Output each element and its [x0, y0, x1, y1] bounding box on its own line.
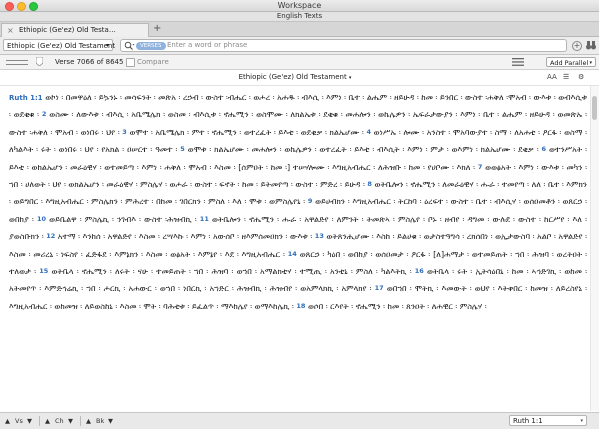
verse-number[interactable]: 7 — [478, 163, 483, 171]
search-placeholder: Enter a word or phrase — [167, 41, 248, 49]
chevron-down-icon: ▾ — [348, 75, 352, 81]
book-nav-label: Bk — [96, 417, 105, 425]
search-bar: Ethiopic (Ge'ez) Old Testament ▾ VERSES … — [0, 37, 599, 55]
verse-nav-icon[interactable]: ▲ — [5, 413, 10, 429]
verse-number[interactable]: 4 — [366, 128, 371, 136]
bookmarks-icon[interactable]: ☰ — [563, 73, 569, 82]
scrollbar[interactable] — [590, 86, 599, 411]
status-bar: ▲ Vs ▼ ▲ Ch ▼ ▲ Bk ▼ Ruth 1:1 ▾ — [0, 412, 599, 429]
chapter-nav-label: Ch — [55, 417, 64, 425]
verse-number[interactable]: 5 — [180, 145, 185, 153]
verse-number[interactable]: 9 — [308, 197, 313, 205]
verse-number[interactable]: 18 — [296, 302, 305, 310]
list-view-icon[interactable] — [512, 58, 524, 66]
verse-number[interactable]: 16 — [415, 267, 424, 275]
verse-reference[interactable]: Ruth 1:1 — [9, 94, 43, 102]
verse-number[interactable]: 14 — [288, 250, 297, 258]
window-title: Workspace — [277, 1, 322, 10]
reference-input[interactable]: Ruth 1:1 ▾ — [509, 415, 587, 426]
chevron-down-icon: ▾ — [105, 42, 109, 49]
status-divider — [80, 416, 81, 426]
verse-number[interactable]: 17 — [375, 284, 384, 292]
status-divider — [39, 416, 40, 426]
verse-position: Verse 7066 of 8645 — [55, 58, 124, 66]
document-title-menu[interactable]: Ethiopic (Ge'ez) Old Testament ▾ — [0, 70, 590, 86]
scrollbar-thumb[interactable] — [592, 96, 597, 120]
resource-selector[interactable]: Ethiopic (Ge'ez) Old Testament ▾ — [3, 39, 116, 51]
compare-checkbox[interactable] — [126, 58, 135, 67]
search-scope-pill[interactable]: VERSES — [136, 41, 166, 50]
verse-number[interactable]: 12 — [46, 232, 55, 240]
font-size-icon[interactable]: AA — [547, 73, 557, 82]
verse-number[interactable]: 3 — [122, 128, 127, 136]
book-down-icon[interactable]: ▼ — [108, 413, 113, 429]
verse-text: ወይቤልዋ ፡ ምስሌኪ ፡ ንገብእ ፡ ውስተ ፡ሕዝብኪ ፡ — [49, 214, 200, 224]
compare-label: Compare — [137, 58, 169, 66]
add-search-button[interactable]: + — [572, 41, 582, 51]
sidebar-toggle-icon[interactable] — [6, 60, 28, 65]
verse-number[interactable]: 6 — [542, 145, 547, 153]
resource-selector-label: Ethiopic (Ge'ez) Old Testament — [7, 42, 116, 50]
verse-number[interactable]: 8 — [367, 180, 372, 188]
verse-text: ወሞተ ፡ አቤሜሌክ ፡ ምተ ፡ ኖሔሚን ፡ ወተረፈት ፡ ይእቲ ፡ … — [129, 127, 367, 137]
verse-number[interactable]: 13 — [315, 232, 324, 240]
document-header: Ethiopic (Ge'ez) Old Testament ▾ AA ☰ ⚙ — [0, 70, 599, 86]
chapter-down-icon[interactable]: ▼ — [68, 413, 73, 429]
layout-title: English Texts — [276, 12, 323, 20]
add-parallel-label: Add Parallel — [550, 59, 589, 67]
chapter-nav-icon[interactable]: ▲ — [45, 413, 50, 429]
verse-text: ወሞቱ ፡ ክልኤሆሙ ፡ መሐሎን ፡ ወኬሌዎን ፡ ወተረፈት ፡ ይእቲ… — [187, 145, 542, 155]
verse-nav-label: Vs — [15, 417, 23, 425]
chevron-down-icon: ▾ — [580, 418, 583, 424]
tab-bar: × Ethiopic (Ge'ez) Old Testa… + — [0, 22, 599, 37]
verse-number[interactable]: 2 — [42, 110, 47, 118]
verse-number[interactable]: 11 — [200, 215, 209, 223]
reference-value: Ruth 1:1 — [513, 417, 543, 425]
search-input[interactable]: VERSES Enter a word or phrase — [120, 39, 567, 52]
verse-number[interactable]: 15 — [39, 267, 48, 275]
verse-number[interactable]: 10 — [37, 215, 46, 223]
verse-slider-handle[interactable] — [36, 57, 43, 66]
title-bar: Workspace — [0, 0, 599, 12]
bible-text: Ruth 1:1 ወኮነ ፡ በመዋዕለ ፡ ይኴንኑ ፡ መሳፍንት ፡ መጽ… — [9, 90, 587, 411]
library-binoculars-icon[interactable] — [585, 40, 597, 51]
verse-text: ወትቤላ ፡ ኖሔሚን ፡ ለሩት ፡ ናሁ ፡ ተመይጠት ፡ ኀበ ፡ ሕዝ… — [51, 267, 415, 277]
navigation-toolbar: Verse 7066 of 8645 Compare Add Parallel … — [0, 55, 599, 70]
verse-text: አተማ ፡ እንከሰ ፡ አዋልድየ ፡ እስመ ፡ ረሣእኩ ፡ እምነ ፡ … — [57, 232, 315, 242]
new-tab-button[interactable]: + — [153, 23, 161, 35]
document-title: Ethiopic (Ge'ez) Old Testament — [238, 73, 347, 81]
layout-title-bar: English Texts — [0, 12, 599, 22]
verse-down-icon[interactable]: ▼ — [27, 413, 32, 429]
tab-ethiopic-old-testament[interactable]: × Ethiopic (Ge'ez) Old Testa… — [1, 23, 149, 37]
tab-label: Ethiopic (Ge'ez) Old Testa… — [19, 26, 116, 34]
gear-icon[interactable]: ⚙ — [578, 73, 584, 82]
add-parallel-button[interactable]: Add Parallel ▾ — [546, 57, 596, 67]
chevron-down-icon: ▾ — [589, 60, 592, 66]
close-tab-icon[interactable]: × — [7, 24, 14, 37]
verse-text: ወሶበ ፡ ርእየት ፡ ኖሔሚን ፡ ከመ ፡ ጸንዐት ፡ ለሐዊር ፡ ም… — [307, 301, 487, 311]
book-nav-icon[interactable]: ▲ — [86, 413, 91, 429]
search-icon[interactable] — [124, 41, 135, 51]
